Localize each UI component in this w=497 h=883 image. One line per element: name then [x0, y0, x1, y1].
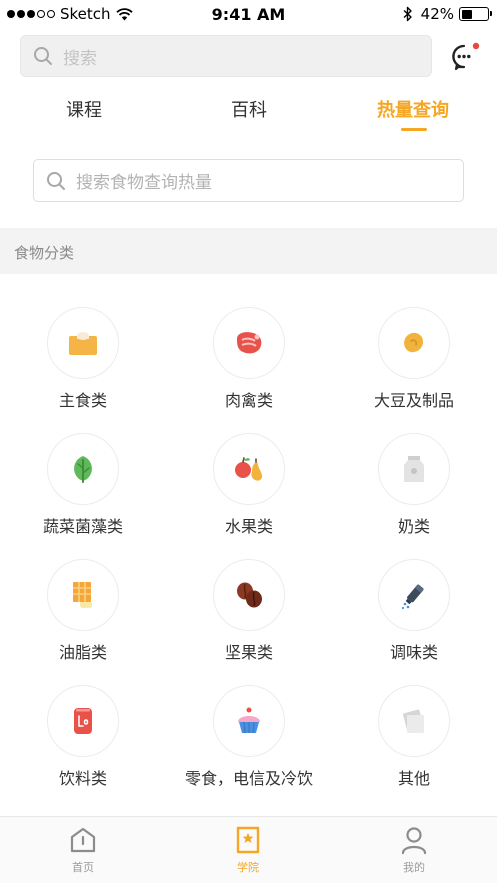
bread-icon	[69, 332, 97, 355]
food-search-placeholder: 搜索食物查询热量	[76, 173, 212, 193]
category-drinks[interactable]: 饮料类	[0, 685, 166, 795]
salt-shaker-icon	[401, 584, 424, 610]
battery-icon	[459, 7, 492, 21]
message-button[interactable]	[450, 42, 480, 72]
nav-label: 首页	[72, 861, 94, 874]
category-staple[interactable]: 主食类	[0, 307, 166, 417]
category-fruit[interactable]: 水果类	[166, 433, 332, 543]
fruit-icon	[235, 457, 263, 481]
category-soy[interactable]: 大豆及制品	[331, 307, 497, 417]
nav-academy[interactable]: 学院	[208, 825, 288, 875]
category-label: 零食，电信及冷饮	[184, 769, 313, 788]
chat-bubble-icon	[452, 42, 480, 71]
category-snacks[interactable]: 零食，电信及冷饮	[166, 685, 332, 795]
bluetooth-icon	[403, 6, 412, 22]
nav-label: 学院	[237, 861, 259, 874]
category-vegetables[interactable]: 蔬菜菌藻类	[0, 433, 166, 543]
home-icon	[70, 827, 96, 853]
profile-icon	[401, 827, 427, 855]
nav-profile[interactable]: 我的	[374, 825, 454, 875]
search-icon	[34, 47, 52, 65]
search-icon	[47, 171, 65, 190]
section-header: 食物分类	[0, 228, 497, 274]
nav-label: 我的	[403, 861, 425, 874]
category-label: 油脂类	[58, 643, 107, 662]
category-meat[interactable]: 肉禽类	[166, 307, 332, 417]
bean-icon	[404, 332, 424, 353]
nut-icon	[237, 582, 262, 608]
category-nuts[interactable]: 坚果类	[166, 559, 332, 669]
tab-calorie-query[interactable]: 热量查询	[377, 96, 449, 122]
bottom-nav: 首页 学院 我的	[0, 816, 497, 883]
butter-icon	[73, 582, 92, 609]
category-label: 饮料类	[58, 769, 107, 788]
leaf-icon	[74, 456, 92, 483]
top-search-bar[interactable]: 搜索	[20, 35, 432, 77]
category-label: 其他	[397, 769, 430, 788]
status-right: 42%	[403, 5, 492, 23]
nav-home[interactable]: 首页	[43, 825, 123, 875]
category-label: 大豆及制品	[373, 391, 454, 410]
category-label: 肉禽类	[224, 391, 273, 410]
category-label: 奶类	[397, 517, 430, 536]
category-label: 坚果类	[224, 643, 273, 662]
category-label: 调味类	[389, 643, 438, 662]
category-label: 蔬菜菌藻类	[42, 517, 123, 536]
tab-encyclopedia[interactable]: 百科	[231, 96, 267, 122]
battery-percent: 42%	[420, 5, 454, 23]
status-bar: Sketch 9:41 AM 42%	[0, 0, 497, 30]
drink-can-icon	[74, 708, 92, 734]
category-other[interactable]: 其他	[331, 685, 497, 795]
tab-courses[interactable]: 课程	[66, 96, 102, 122]
food-search-input[interactable]: 搜索食物查询热量	[33, 159, 464, 202]
meat-icon	[237, 332, 262, 354]
category-oil[interactable]: 油脂类	[0, 559, 166, 669]
category-milk[interactable]: 奶类	[331, 433, 497, 543]
paper-stack-icon	[403, 709, 424, 733]
category-seasoning[interactable]: 调味类	[331, 559, 497, 669]
category-label: 水果类	[224, 517, 273, 536]
milk-carton-icon	[404, 456, 424, 482]
category-label: 主食类	[58, 391, 107, 410]
search-placeholder: 搜索	[63, 48, 97, 69]
notification-dot	[472, 42, 480, 50]
section-title: 食物分类	[14, 244, 75, 262]
tab-bar: 课程 百科 热量查询	[0, 92, 497, 136]
cupcake-icon	[238, 707, 260, 734]
battery-level	[461, 9, 472, 19]
tab-active-indicator	[401, 128, 427, 131]
academy-icon	[236, 826, 260, 854]
